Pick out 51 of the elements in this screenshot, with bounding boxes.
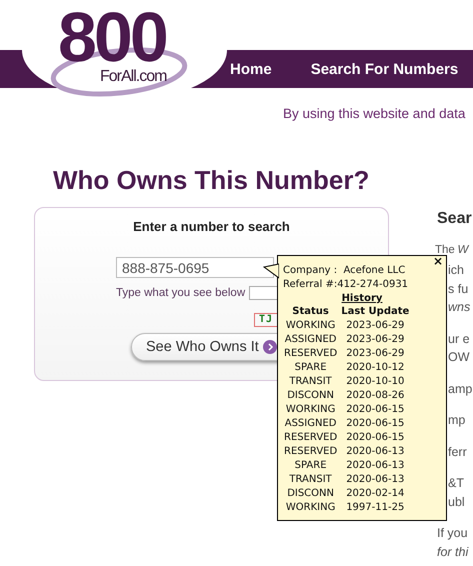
table-cell-text: SPARE bbox=[294, 361, 328, 375]
table-cell-text: 2020-08-26 bbox=[345, 389, 406, 403]
referral-text: Referral #:412-274-0931 bbox=[283, 278, 410, 291]
info-text: s fu bbox=[448, 280, 470, 298]
table-cell-text: 2020-10-12 bbox=[345, 361, 406, 375]
column-header: Status bbox=[291, 305, 330, 319]
info-text: for thi bbox=[437, 544, 470, 560]
table-cell-text: 2020-06-13 bbox=[345, 445, 406, 459]
table-cell-text: RESERVED bbox=[283, 445, 338, 459]
table-cell-text: WORKING bbox=[284, 403, 336, 417]
table-cell-text: TRANSIT bbox=[288, 473, 333, 487]
info-text: wns bbox=[448, 299, 472, 316]
info-text: OW bbox=[448, 349, 471, 366]
table-cell-text: WORKING bbox=[284, 501, 336, 515]
table-cell-text: 2020-02-14 bbox=[345, 487, 406, 501]
info-text: ubl bbox=[448, 494, 466, 510]
logo-domain: ForAll.com bbox=[100, 68, 166, 86]
table-cell-text: 2020-06-13 bbox=[345, 459, 406, 473]
info-text: &T bbox=[448, 475, 465, 492]
table-cell-text: 2020-06-15 bbox=[345, 403, 406, 417]
captcha-label: Type what you see below bbox=[116, 287, 246, 299]
table-cell-text: TRANSIT bbox=[288, 375, 333, 389]
table-cell-text: 2020-06-13 bbox=[345, 473, 406, 487]
table-cell-text: 2023-06-29 bbox=[345, 347, 406, 361]
page-heading: Who Owns This Number? bbox=[53, 164, 370, 197]
table-cell-text: SPARE bbox=[294, 459, 328, 473]
table-cell-text: 2020-06-15 bbox=[345, 431, 406, 445]
table-cell-text: RESERVED bbox=[283, 431, 338, 445]
nav-link[interactable]: Search For Numbers bbox=[310, 60, 458, 78]
info-text: amp bbox=[448, 380, 473, 398]
table-cell-text: 2023-06-29 bbox=[345, 333, 406, 347]
info-text: ur e bbox=[448, 330, 471, 348]
info-text: ich bbox=[448, 262, 465, 279]
table-cell-text: 2020-10-10 bbox=[345, 375, 406, 389]
nav-link[interactable]: Home bbox=[230, 60, 272, 78]
info-text: If you bbox=[437, 525, 469, 542]
table-cell-text: DISCONN bbox=[286, 389, 335, 403]
section-heading: Sear bbox=[437, 209, 473, 229]
company-text: Company : Acefone LLC bbox=[283, 264, 406, 278]
info-text: mp bbox=[448, 412, 466, 429]
table-cell-text: ASSIGNED bbox=[284, 417, 338, 431]
table-cell-text: 1997-11-25 bbox=[345, 501, 406, 515]
history-title: History bbox=[340, 292, 384, 305]
column-header: Last Update bbox=[340, 305, 410, 319]
table-cell-text: 2020-06-15 bbox=[345, 417, 406, 431]
table-cell-text: DISCONN bbox=[286, 487, 335, 501]
info-text: ferr bbox=[448, 444, 468, 460]
notice-text: By using this website and data bbox=[283, 106, 466, 121]
card-title: Enter a number to search bbox=[132, 219, 291, 235]
table-cell-text: 2023-06-29 bbox=[345, 319, 406, 333]
number-field[interactable]: 888-875-0695 bbox=[116, 257, 274, 278]
